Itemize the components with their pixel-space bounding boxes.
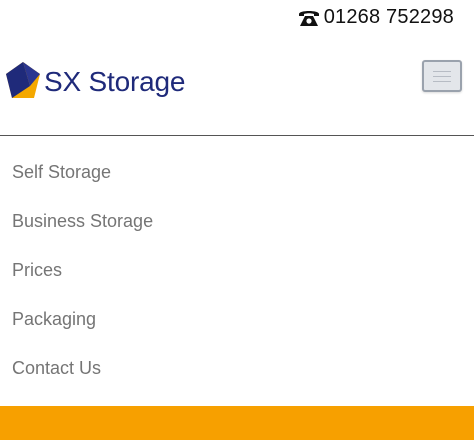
- hamburger-menu-icon: [433, 75, 451, 77]
- nav-item-prices[interactable]: Prices: [12, 246, 153, 295]
- phone-number[interactable]: 01268 752298: [324, 6, 454, 29]
- main-navigation: Self Storage Business Storage Prices Pac…: [12, 148, 153, 393]
- hamburger-menu-icon: [433, 80, 451, 82]
- brand-name: SX Storage: [44, 66, 186, 97]
- sx-storage-logo-icon: [6, 62, 40, 98]
- hamburger-menu-icon: [433, 70, 451, 72]
- telephone-icon: [298, 10, 319, 26]
- site-logo[interactable]: SX Storage: [4, 60, 185, 104]
- menu-toggle-button[interactable]: [422, 60, 462, 92]
- nav-item-packaging[interactable]: Packaging: [12, 295, 153, 344]
- orange-banner: [0, 406, 474, 440]
- header-divider: [0, 135, 474, 136]
- nav-item-self-storage[interactable]: Self Storage: [12, 148, 153, 197]
- nav-item-business-storage[interactable]: Business Storage: [12, 197, 153, 246]
- nav-item-contact-us[interactable]: Contact Us: [12, 344, 153, 393]
- phone-contact[interactable]: 01268 752298: [298, 6, 454, 29]
